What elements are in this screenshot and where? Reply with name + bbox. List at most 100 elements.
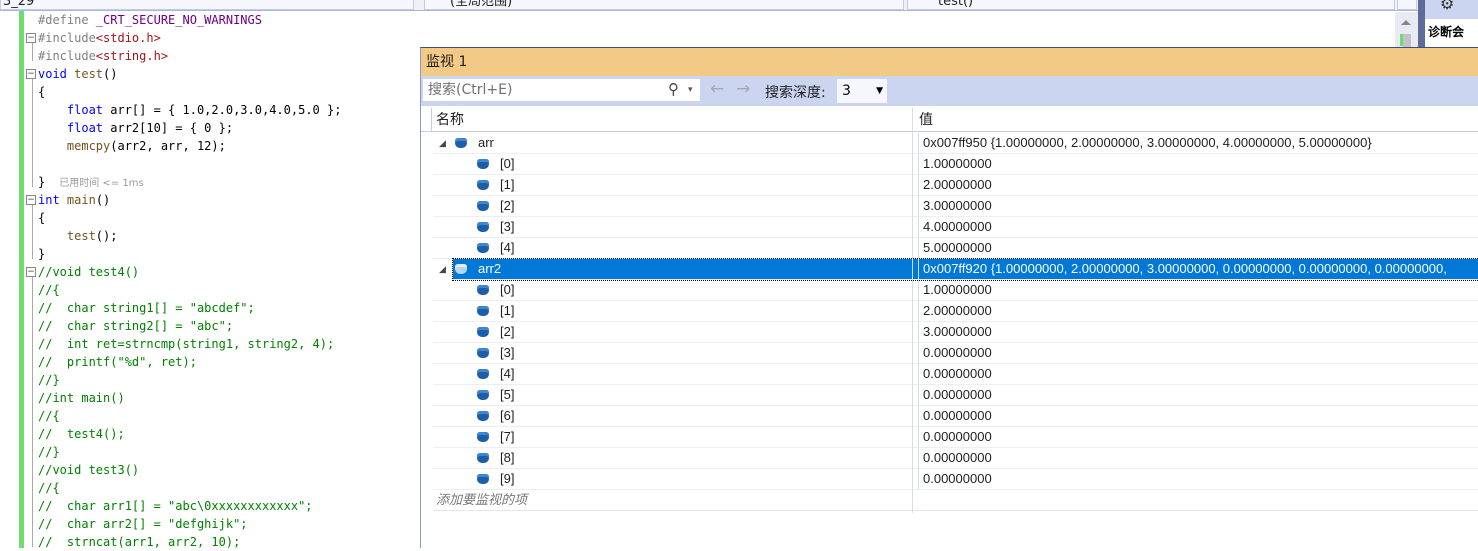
column-divider[interactable] [912,108,913,513]
code-line[interactable]: //int main() [38,389,125,407]
search-depth-select[interactable]: 3 ▼ [837,79,887,103]
code-line[interactable]: #include<string.h> [38,47,168,65]
gear-icon[interactable]: ⚙ [1440,0,1454,13]
expand-triangle-icon[interactable]: ◢ [439,133,446,153]
watch-row[interactable]: [3] 4.00000000 [433,217,1478,238]
watch-name: [2] [500,198,515,213]
watch-row[interactable]: [0] 1.00000000 [433,280,1478,301]
watch-row[interactable]: [7] 0.00000000 [433,427,1478,448]
watch-row[interactable]: [2] 3.00000000 [433,196,1478,217]
code-line[interactable]: //{ [38,281,60,299]
watch-header: 名称 值 [421,108,1478,132]
code-line[interactable]: { [38,83,45,101]
code-line[interactable]: test(); [38,227,118,245]
project-combo[interactable]: 3_29 [0,0,414,10]
code-line[interactable]: // char string1[] = "abcdef"; [38,299,255,317]
code-token: //void test4() [38,265,140,279]
column-header-name[interactable]: 名称 [431,108,464,132]
watch-value: 2.00000000 [918,301,992,321]
watch-row[interactable]: [4] 5.00000000 [433,238,1478,259]
forward-arrow-icon[interactable]: → [736,79,750,99]
code-line[interactable]: // int ret=strncmp(string1, string2, 4); [38,335,334,353]
watch-value: 0x007ff950 {1.00000000, 2.00000000, 3.00… [918,133,1372,153]
watch-row[interactable]: [8] 0.00000000 [433,448,1478,469]
code-line[interactable]: // char string2[] = "abc"; [38,317,233,335]
watch-value: 3.00000000 [918,322,992,342]
watch-row[interactable]: [1] 2.00000000 [433,301,1478,322]
expand-triangle-icon[interactable]: ◢ [439,259,446,279]
code-line[interactable]: // char arr2[] = "defghijk"; [38,515,248,533]
fold-toggle-icon[interactable]: − [26,69,36,79]
code-line[interactable]: // printf("%d", ret); [38,353,197,371]
code-line[interactable]: memcpy(arr2, arr, 12); [38,137,226,155]
code-token: //{ [38,283,60,297]
code-line[interactable]: //void test4() [38,263,139,281]
watch-name: [6] [500,408,515,423]
watch-row[interactable]: [1] 2.00000000 [433,175,1478,196]
code-token: () [103,67,118,81]
code-line[interactable]: //{ [38,407,60,425]
panel-splitter[interactable] [1418,0,1425,48]
watch-row[interactable]: [3] 0.00000000 [433,343,1478,364]
code-token: // char string1[] = "abcdef"; [38,301,255,315]
variable-icon [477,222,489,232]
watch-value: 1.00000000 [918,280,992,300]
code-line[interactable]: // char arr1[] = "abc\0xxxxxxxxxxxx"; [38,497,313,515]
watch-row[interactable]: [4] 0.00000000 [433,364,1478,385]
watch-row[interactable]: [6] 0.00000000 [433,406,1478,427]
search-options-chevron-icon[interactable]: ▾ [688,79,693,101]
code-line[interactable]: //{ [38,479,60,497]
code-line[interactable]: } [38,245,45,263]
code-line[interactable]: //} [38,443,60,461]
split-button[interactable] [1397,0,1417,10]
variable-icon [477,306,489,316]
code-line[interactable]: float arr[] = { 1.0,2.0,3.0,4.0,5.0 }; [38,101,342,119]
watch-row[interactable]: [0] 1.00000000 [433,154,1478,175]
project-combo-label: 3_29 [3,0,35,9]
back-arrow-icon[interactable]: ← [710,79,724,99]
variable-icon [477,180,489,190]
fold-toggle-icon[interactable]: − [26,33,36,43]
variable-icon [477,159,489,169]
fold-toggle-icon[interactable]: − [26,195,36,205]
search-depth-label: 搜索深度: [765,85,826,101]
watch-row[interactable]: [5] 0.00000000 [433,385,1478,406]
watch-value: 3.00000000 [918,196,992,216]
code-token: //{ [38,481,60,495]
code-token: //int main() [38,391,125,405]
code-line[interactable]: void test() [38,65,117,83]
watch-row[interactable]: [2] 3.00000000 [433,322,1478,343]
scroll-up-icon[interactable] [1401,20,1411,25]
watch-row[interactable]: ◢ arr 0x007ff950 {1.00000000, 2.00000000, … [433,133,1478,154]
watch-window: 监视 1 搜索(Ctrl+E) ⚲ ▾ ← → 搜索深度: 3 ▼ 名称 值 ◢… [420,47,1478,548]
search-icon[interactable]: ⚲ [668,78,679,100]
code-line[interactable]: { [38,209,45,227]
code-token: //void test3() [38,463,140,477]
watch-value: 1.00000000 [918,154,992,174]
code-line[interactable]: // strncat(arr1, arr2, 10); [38,533,240,551]
watch-title-bar[interactable]: 监视 1 [421,48,1478,76]
scroll-thumb[interactable] [1403,34,1411,48]
fold-toggle-icon[interactable]: − [26,267,36,277]
code-line[interactable]: #define _CRT_SECURE_NO_WARNINGS [38,11,262,29]
code-line[interactable]: //} [38,371,60,389]
change-tracking-bar [19,11,24,548]
code-line[interactable]: // test4(); [38,425,125,443]
scope-combo[interactable]: (全局范围) [424,0,904,10]
code-line[interactable]: float arr2[10] = { 0 }; [38,119,233,137]
code-token: test [74,67,104,81]
code-line[interactable]: } 已用时间 <= 1ms [32,171,420,193]
code-line[interactable]: int main() [38,191,110,209]
code-line[interactable]: #include<stdio.h> [38,29,161,47]
code-line[interactable]: //void test3() [38,461,139,479]
watch-row[interactable]: [9] 0.00000000 [433,469,1478,490]
watch-row[interactable]: ◢ arr2 0x007ff920 {1.00000000, 2.00000000,… [439,258,1478,281]
add-watch-row[interactable]: 添加要监视的项 [433,490,1478,511]
search-input[interactable]: 搜索(Ctrl+E) ⚲ ▾ [422,78,701,102]
function-combo[interactable]: test() [907,0,1395,10]
watch-name: [3] [500,219,515,234]
column-header-value[interactable]: 值 [912,108,933,132]
code-token: //} [38,373,60,387]
editor-scrollbar[interactable] [1395,12,1418,48]
code-editor[interactable]: #define _CRT_SECURE_NO_WARNINGS #include<… [0,11,420,551]
